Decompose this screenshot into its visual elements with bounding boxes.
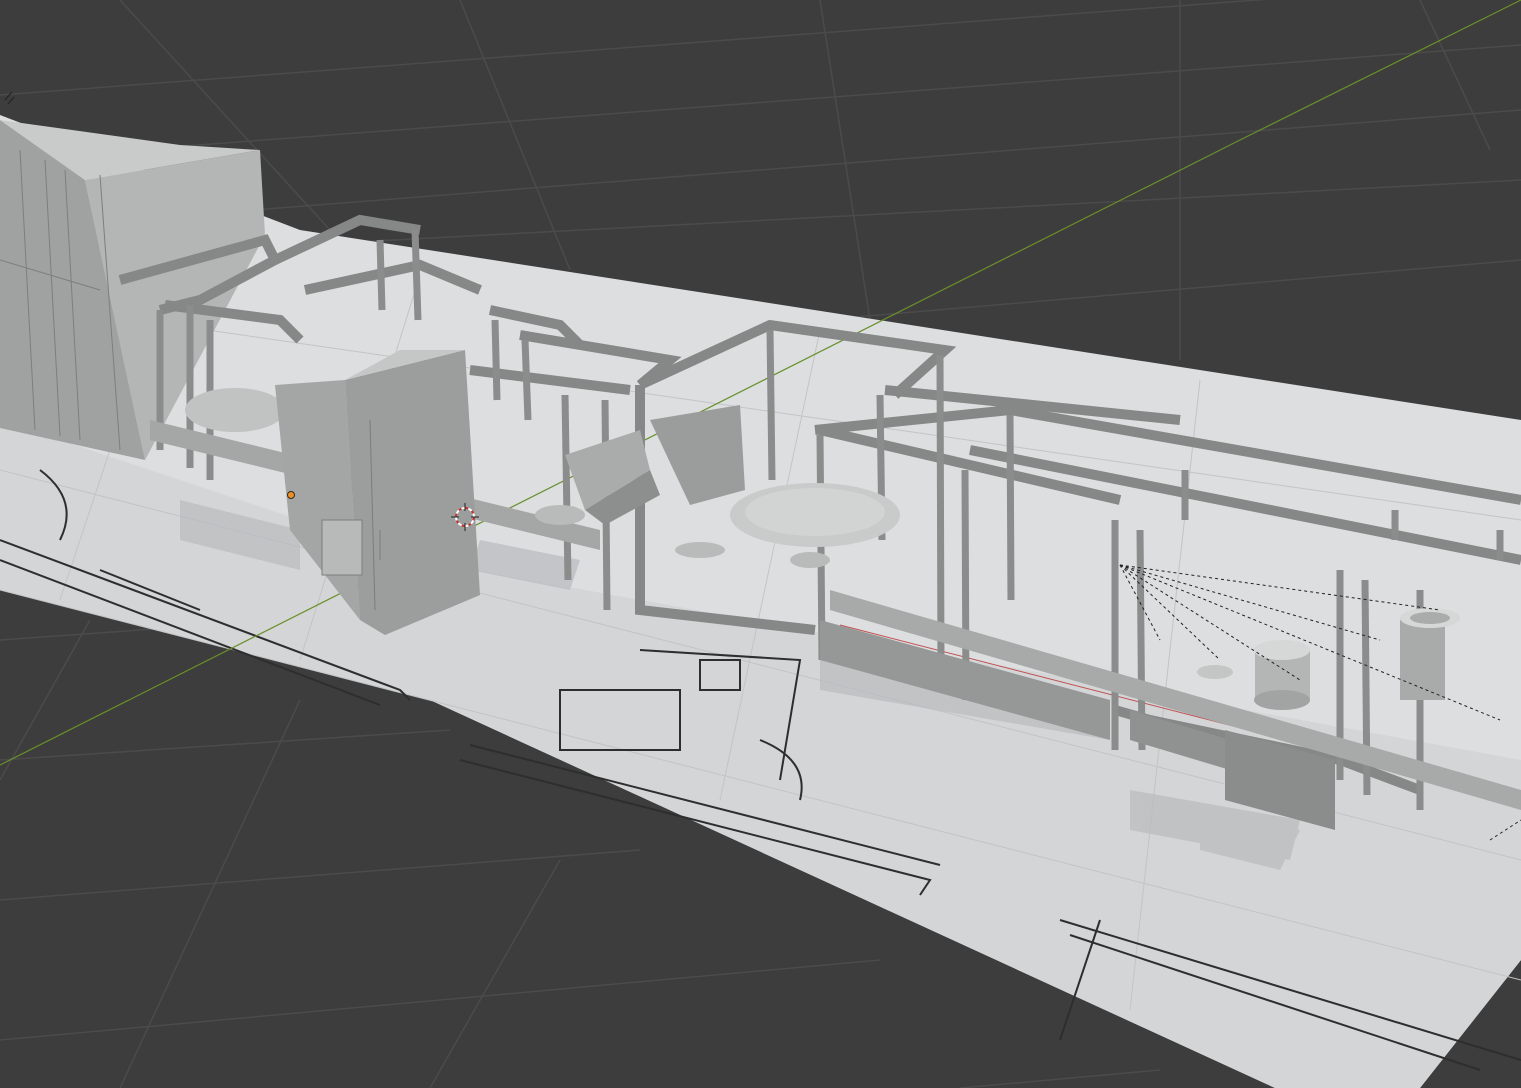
origin-dot[interactable] bbox=[287, 491, 295, 499]
3d-viewport[interactable] bbox=[0, 0, 1521, 1088]
